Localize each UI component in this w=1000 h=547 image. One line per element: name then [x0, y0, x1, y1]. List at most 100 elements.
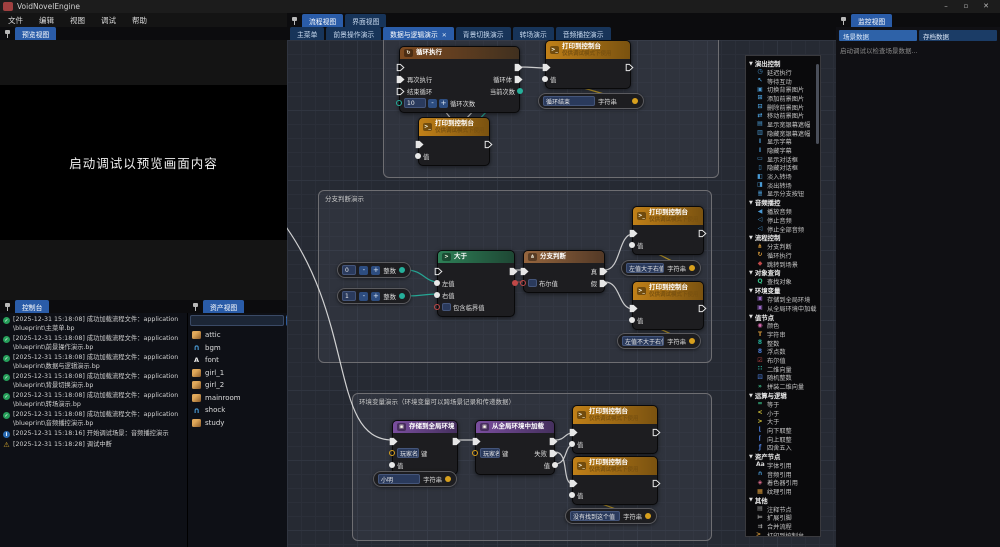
print-node-3[interactable]: >_打印到控制台仅供调试模式下使用值 — [632, 206, 704, 255]
string-pill-ngt[interactable]: 左值不大于右值字符串 — [617, 333, 701, 349]
exec-pin[interactable] — [434, 267, 443, 276]
palette-item[interactable]: >大于 — [749, 417, 820, 426]
palette-item[interactable]: ⇄移动前景图片 — [749, 111, 820, 120]
palette-item[interactable]: ▭显示对话框 — [749, 155, 820, 164]
palette-item[interactable]: ▤注释节点 — [749, 505, 820, 514]
print-node-6[interactable]: >_打印到控制台仅供调试模式下使用值 — [572, 456, 658, 505]
loop-node[interactable]: ↻循环执行再次执行循环体结束循环当前次数10-+循环次数 — [399, 46, 520, 113]
palette-item[interactable]: ◷延迟执行 — [749, 68, 820, 77]
value-input[interactable]: 左值不大于右值 — [622, 336, 664, 346]
asset-item[interactable]: ∩bgm — [190, 342, 285, 355]
palette-item[interactable]: ⌊向下取整 — [749, 426, 820, 435]
palette-item[interactable]: ▣切换背景图片 — [749, 85, 820, 94]
exec-pin[interactable] — [520, 267, 529, 276]
palette-item[interactable]: ∩音频引用 — [749, 470, 820, 479]
exec-pin[interactable] — [542, 63, 551, 72]
exec-pin[interactable] — [569, 479, 578, 488]
palette-item[interactable]: ⊞添加前景图片 — [749, 94, 820, 103]
palette-item[interactable]: ☑布尔值 — [749, 356, 820, 365]
exec-pin[interactable] — [629, 229, 638, 238]
exec-pin[interactable] — [484, 140, 493, 149]
palette-item[interactable]: ⌈向上取整 — [749, 435, 820, 444]
decrement-button[interactable]: - — [428, 99, 437, 108]
data-pin[interactable] — [542, 76, 548, 82]
data-pin[interactable] — [389, 462, 395, 468]
asset-item[interactable]: ∩shock — [190, 404, 285, 417]
palette-item[interactable]: <小于 — [749, 409, 820, 418]
greater-node[interactable]: >大于左值右值包含临界值 — [437, 250, 515, 317]
minimize-button[interactable]: – — [938, 1, 954, 12]
exec-pin[interactable] — [514, 63, 523, 72]
palette-item[interactable]: ◉颜色 — [749, 322, 820, 331]
palette-category-5[interactable]: ▼值节点 — [749, 313, 820, 322]
value-input[interactable]: 没有找到这个值 — [570, 511, 620, 521]
asset-search-input[interactable] — [190, 315, 284, 326]
palette-item[interactable]: ▥隐藏宽银幕遮幅 — [749, 129, 820, 138]
palette-item[interactable]: 8整数 — [749, 339, 820, 348]
tab-preview-view[interactable]: 预览视图 — [15, 27, 56, 40]
palette-item[interactable]: I隐藏字幕 — [749, 146, 820, 155]
decrement-button[interactable]: - — [359, 266, 368, 275]
data-pin[interactable] — [434, 304, 440, 310]
checkbox[interactable] — [528, 279, 537, 287]
data-pin[interactable] — [629, 317, 635, 323]
value-input[interactable]: 左值大于右值 — [626, 263, 664, 273]
dock-pin-icon[interactable] — [4, 302, 12, 312]
palette-scrollbar[interactable] — [816, 64, 819, 144]
print-node-1[interactable]: >_打印到控制台仅供调试模式下使用值 — [545, 40, 631, 89]
palette-item[interactable]: ▣存储到全局环境 — [749, 295, 820, 304]
output-pin[interactable] — [399, 267, 405, 273]
scene-tab-3[interactable]: 背景切换演示 — [456, 27, 511, 40]
load-env-node[interactable]: ▣从全局环境中加载玩家名键失败值 — [475, 420, 555, 475]
menu-item-2[interactable]: 视图 — [62, 15, 93, 26]
palette-item[interactable]: >_打印到控制台 — [749, 531, 820, 537]
palette-category-4[interactable]: ▼环境变量 — [749, 286, 820, 295]
output-pin[interactable] — [399, 293, 405, 299]
checkbox[interactable] — [442, 303, 451, 311]
palette-category-2[interactable]: ▼流程控制 — [749, 233, 820, 242]
value-input[interactable]: 玩家名 — [480, 448, 500, 458]
asset-item[interactable]: Afont — [190, 354, 285, 367]
output-pin[interactable] — [689, 338, 695, 344]
output-pin[interactable] — [689, 265, 695, 271]
palette-item[interactable]: ◁停止全部音频 — [749, 225, 820, 234]
view-tab-1[interactable]: 界面视图 — [345, 14, 386, 27]
palette-item[interactable]: ▣从全局环境中加载 — [749, 304, 820, 313]
close-button[interactable]: ✕ — [978, 1, 994, 12]
data-pin[interactable] — [629, 242, 635, 248]
palette-item[interactable]: ↖等待互动 — [749, 77, 820, 86]
branch-node[interactable]: ⋔分支判断真布尔值假 — [523, 250, 605, 293]
exec-pin[interactable] — [509, 267, 518, 276]
exec-pin[interactable] — [396, 87, 405, 96]
palette-item[interactable]: 8浮点数 — [749, 348, 820, 357]
palette-item[interactable]: ⇉合并流程 — [749, 522, 820, 531]
exec-pin[interactable] — [652, 428, 661, 437]
exec-pin[interactable] — [599, 267, 608, 276]
string-pill-name[interactable]: 小明字符串 — [373, 471, 457, 487]
exec-pin[interactable] — [629, 304, 638, 313]
int-pill-1[interactable]: 1-+整数 — [337, 288, 411, 304]
exec-pin[interactable] — [652, 479, 661, 488]
tab-monitor-view[interactable]: 监控视图 — [851, 14, 892, 27]
data-pin[interactable] — [569, 492, 575, 498]
string-pill-loop-end[interactable]: 循环结束字符串 — [538, 93, 644, 109]
exec-pin[interactable] — [549, 449, 558, 458]
palette-item[interactable]: I显示字幕 — [749, 138, 820, 147]
int-pill-0[interactable]: 0-+整数 — [337, 262, 411, 278]
output-pin[interactable] — [632, 98, 638, 104]
node-graph-canvas[interactable]: ▼演出控制◷延迟执行↖等待互动▣切换背景图片⊞添加前景图片⊟删除前景图片⇄移动前… — [287, 40, 836, 547]
asset-item[interactable]: girl_2 — [190, 379, 285, 392]
palette-item[interactable]: ▤显示宽银幕遮幅 — [749, 120, 820, 129]
monitor-subtab-0[interactable]: 场景数据 — [839, 30, 917, 41]
exec-pin[interactable] — [389, 437, 398, 446]
data-pin[interactable] — [569, 441, 575, 447]
exec-pin[interactable] — [549, 437, 558, 446]
palette-item[interactable]: ƒ四舍五入 — [749, 443, 820, 452]
print-node-2[interactable]: >_打印到控制台仅供调试模式下使用值 — [418, 117, 490, 166]
monitor-subtab-1[interactable]: 存档数据 — [919, 30, 997, 41]
dock-pin-icon[interactable] — [291, 16, 299, 26]
close-tab-icon[interactable]: ✕ — [442, 32, 447, 39]
scene-tab-4[interactable]: 转场演示 — [513, 27, 554, 40]
value-input[interactable]: 循环结束 — [543, 96, 595, 106]
menu-item-1[interactable]: 编辑 — [31, 15, 62, 26]
